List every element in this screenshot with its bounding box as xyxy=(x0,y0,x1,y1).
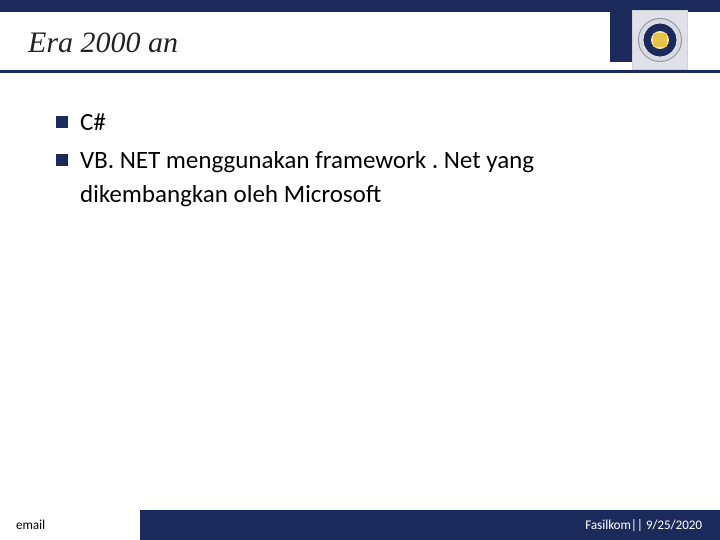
slide-header: Era 2000 an xyxy=(0,12,720,73)
university-seal-icon xyxy=(638,18,682,62)
list-item: C# xyxy=(56,105,676,139)
footer-right-text: Fasilkom|| 9/25/2020 xyxy=(140,510,720,540)
square-bullet-icon xyxy=(56,154,68,166)
logo-accent-bar xyxy=(610,10,632,62)
logo-box xyxy=(632,10,688,70)
bullet-text: C# xyxy=(80,105,106,139)
list-item: VB. NET menggunakan framework . Net yang… xyxy=(56,143,676,211)
footer-left-text: email xyxy=(0,510,140,540)
slide-content: C# VB. NET menggunakan framework . Net y… xyxy=(0,73,720,210)
square-bullet-icon xyxy=(56,116,68,128)
logo-block xyxy=(610,10,688,70)
slide-footer: email Fasilkom|| 9/25/2020 xyxy=(0,510,720,540)
bullet-text: VB. NET menggunakan framework . Net yang… xyxy=(80,143,676,211)
